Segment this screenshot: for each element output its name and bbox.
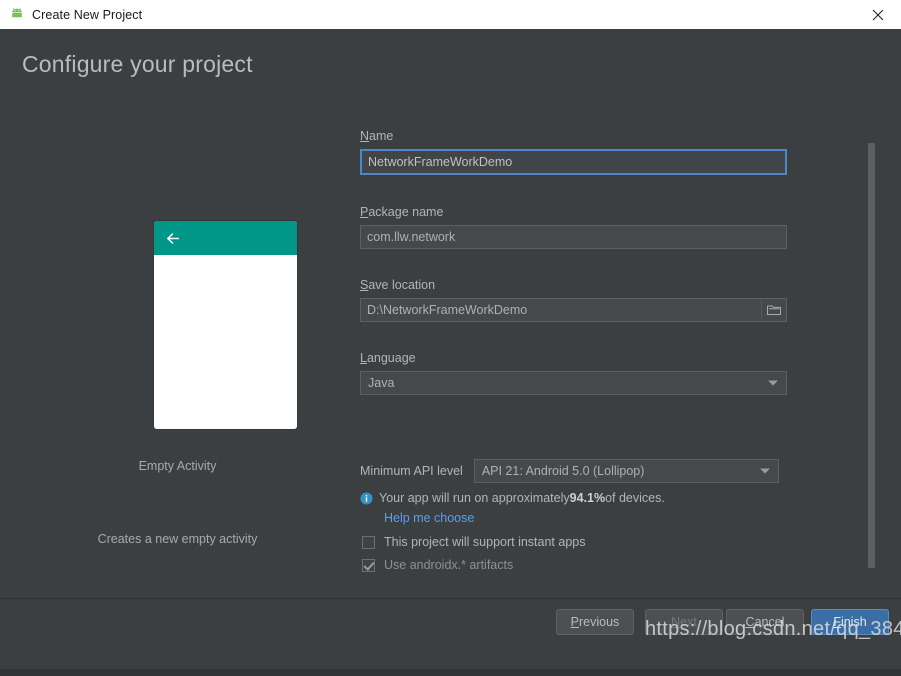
finish-button[interactable]: Finish <box>811 609 889 635</box>
form-scrollbar[interactable] <box>866 129 876 579</box>
instant-apps-label: This project will support instant apps <box>384 535 586 549</box>
device-support-info: Your app will run on approximately 94.1%… <box>360 491 665 505</box>
field-name: Name <box>360 129 787 175</box>
language-label: Language <box>360 351 416 365</box>
project-configuration-form: Name Package name Save location <box>355 129 855 574</box>
minimum-api-level-dropdown[interactable]: API 21: Android 5.0 (Lollipop) <box>473 459 779 483</box>
language-dropdown[interactable]: Java <box>360 371 787 395</box>
help-me-choose-link[interactable]: Help me choose <box>384 511 474 525</box>
field-package-name: Package name <box>360 205 787 249</box>
form-scrollbar-thumb[interactable] <box>868 143 875 568</box>
template-preview-panel: Empty Activity Creates a new empty activ… <box>0 99 355 599</box>
close-icon[interactable] <box>855 0 901 29</box>
save-location-input[interactable] <box>360 298 787 322</box>
preview-app-bar <box>154 221 297 255</box>
device-support-percent: 94.1% <box>569 491 606 505</box>
cancel-button[interactable]: Cancel <box>726 609 804 635</box>
save-location-label: Save location <box>360 278 436 292</box>
folder-icon[interactable] <box>761 299 786 321</box>
androidx-checkbox-row[interactable]: Use androidx.* artifacts <box>362 558 513 572</box>
window-title-bar: Create New Project <box>0 0 901 30</box>
dialog-footer: Previous Next Cancel Finish <box>0 599 901 647</box>
window-title-text: Create New Project <box>32 7 143 22</box>
minimum-api-level-value: API 21: Android 5.0 (Lollipop) <box>481 464 645 478</box>
save-location-wrapper <box>360 298 787 322</box>
name-input[interactable] <box>360 149 787 175</box>
device-support-text-before: Your app will run on approximately <box>379 491 570 505</box>
info-icon <box>360 492 373 505</box>
androidx-label: Use androidx.* artifacts <box>384 558 514 572</box>
field-minimum-api-level: Minimum API level API 21: Android 5.0 (L… <box>360 459 787 483</box>
package-name-label: Package name <box>360 205 444 219</box>
device-support-text-after: of devices. <box>605 491 665 505</box>
androidx-checkbox[interactable] <box>362 558 375 572</box>
instant-apps-checkbox[interactable] <box>362 535 375 549</box>
previous-button[interactable]: Previous <box>556 609 634 635</box>
minimum-api-level-label: Minimum API level <box>360 464 463 478</box>
field-save-location: Save location <box>360 278 787 322</box>
template-name: Empty Activity <box>138 459 217 473</box>
field-language: Language Java <box>360 351 787 395</box>
language-value: Java <box>368 376 395 390</box>
page-title: Configure your project <box>22 51 253 77</box>
name-label: Name <box>360 129 394 143</box>
package-name-input[interactable] <box>360 225 787 249</box>
chevron-down-icon <box>768 380 778 386</box>
arrow-back-icon <box>165 230 182 247</box>
instant-apps-checkbox-row[interactable]: This project will support instant apps <box>362 535 585 549</box>
template-description: Creates a new empty activity <box>97 532 258 546</box>
android-robot-icon <box>9 7 25 23</box>
create-new-project-dialog: Configure your project Empty Activity Cr… <box>0 29 901 676</box>
chevron-down-icon <box>759 468 770 474</box>
preview-content-area <box>154 255 297 429</box>
next-button[interactable]: Next <box>645 609 723 635</box>
window-bottom-strip <box>0 669 901 676</box>
activity-preview-image <box>154 221 297 429</box>
